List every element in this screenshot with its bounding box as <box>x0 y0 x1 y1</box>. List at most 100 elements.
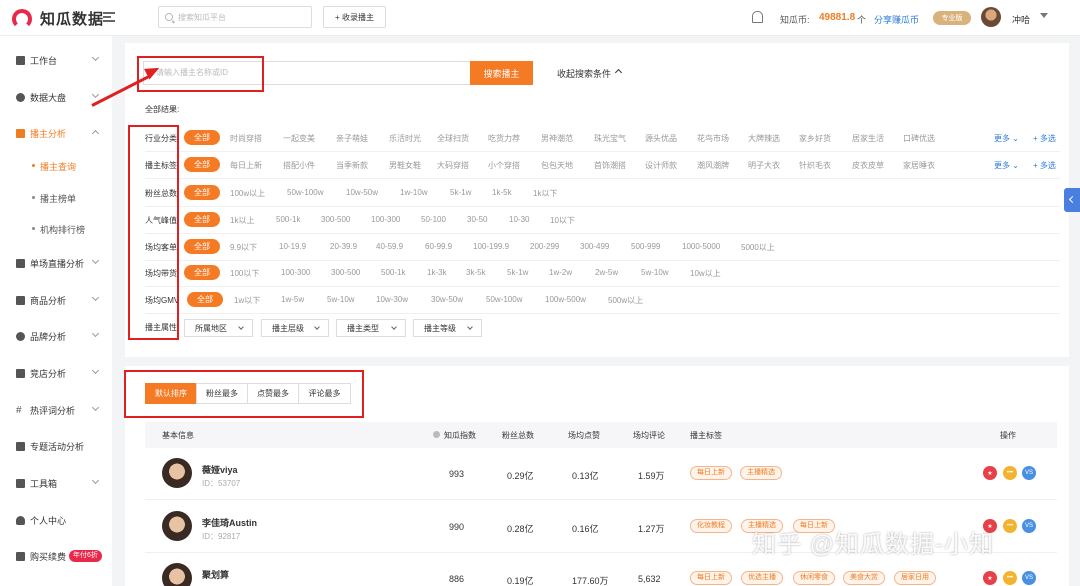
star-icon[interactable]: ★ <box>983 466 997 480</box>
filter-option[interactable]: 乐活时光 <box>389 133 421 144</box>
filter-option-all[interactable]: 全部 <box>187 292 223 307</box>
filter-option[interactable]: 1w以下 <box>234 295 260 306</box>
filter-option[interactable]: 1w-5w <box>281 295 304 304</box>
filter-option[interactable]: 大牌辣选 <box>748 133 780 144</box>
filter-option-all[interactable]: 全部 <box>184 185 220 200</box>
menu-toggle-icon[interactable] <box>103 12 115 22</box>
filter-option[interactable]: 10以下 <box>550 215 575 226</box>
filter-option[interactable]: 100-199.9 <box>473 242 509 251</box>
filter-multiselect-link[interactable]: + 多选 <box>1033 160 1056 171</box>
search-streamer-button[interactable]: 搜索播主 <box>470 61 533 85</box>
grade-dropdown[interactable]: 播主等级 <box>413 319 482 337</box>
filter-option[interactable]: 500-999 <box>631 242 660 251</box>
filter-option[interactable]: 1000-5000 <box>682 242 720 251</box>
filter-option[interactable]: 当季新款 <box>336 160 368 171</box>
filter-option[interactable]: 50w-100w <box>486 295 522 304</box>
filter-option[interactable]: 50w-100w <box>287 188 323 197</box>
filter-option[interactable]: 5k-1w <box>507 268 528 277</box>
vs-icon[interactable]: VS <box>1022 571 1036 585</box>
share-earn-link[interactable]: 分享赚瓜币 <box>874 13 919 26</box>
vs-icon[interactable]: VS <box>1022 519 1036 533</box>
filter-option[interactable]: 5w-10w <box>641 268 669 277</box>
sidebar-item-renew[interactable]: 购买续费 年付6折 <box>0 546 112 566</box>
filter-option[interactable]: 10-30 <box>509 215 529 224</box>
filter-option[interactable]: 潮风潮牌 <box>697 160 729 171</box>
filter-option[interactable]: 全球扫货 <box>437 133 469 144</box>
filter-option[interactable]: 家居睡衣 <box>903 160 935 171</box>
brand-logo[interactable]: 知瓜数据 <box>12 8 104 29</box>
filter-option[interactable]: 居家生活 <box>852 133 884 144</box>
filter-option[interactable]: 1w-2w <box>549 268 572 277</box>
filter-option[interactable]: 500w以上 <box>608 295 643 306</box>
streamer-name[interactable]: 薇娅viya <box>202 463 238 476</box>
filter-option[interactable]: 针织毛衣 <box>799 160 831 171</box>
filter-option[interactable]: 包包天地 <box>541 160 573 171</box>
filter-more-link[interactable]: 更多 ⌄ <box>994 133 1019 144</box>
streamer-name[interactable]: 李佳琦Austin <box>202 516 257 529</box>
sidebar-item-hot-words[interactable]: # 热评词分析 <box>0 400 112 420</box>
col-likes[interactable]: 场均点赞 <box>568 430 600 441</box>
sidebar-item-product-analysis[interactable]: 商品分析 <box>0 290 112 310</box>
user-avatar[interactable] <box>981 7 1001 27</box>
filter-option[interactable]: 500-1k <box>381 268 405 277</box>
filter-option[interactable]: 40-59.9 <box>376 242 403 251</box>
filter-option[interactable]: 10w以上 <box>690 268 721 279</box>
filter-option[interactable]: 1k以下 <box>533 188 557 199</box>
filter-option[interactable]: 家乡好货 <box>799 133 831 144</box>
filter-option[interactable]: 男神潮范 <box>541 133 573 144</box>
filter-option[interactable]: 首饰潮搭 <box>594 160 626 171</box>
sidebar-item-brand-analysis[interactable]: 品牌分析 <box>0 326 112 346</box>
filter-option[interactable]: 珠光宝气 <box>594 133 626 144</box>
filter-option[interactable]: 500-1k <box>276 215 300 224</box>
star-icon[interactable]: ★ <box>983 571 997 585</box>
filter-option[interactable]: 皮衣皮草 <box>852 160 884 171</box>
level-dropdown[interactable]: 播主层级 <box>261 319 329 337</box>
filter-option[interactable]: 300-500 <box>331 268 360 277</box>
filter-option[interactable]: 50-100 <box>421 215 446 224</box>
filter-option[interactable]: 一起变美 <box>283 133 315 144</box>
vs-icon[interactable]: VS <box>1022 466 1036 480</box>
filter-option-all[interactable]: 全部 <box>184 157 220 172</box>
filter-option[interactable]: 亲子萌娃 <box>336 133 368 144</box>
filter-option[interactable]: 吃货力荐 <box>488 133 520 144</box>
plan-badge[interactable]: 专业版 <box>933 11 971 25</box>
sidebar-item-live-analysis[interactable]: 单场直播分析 <box>0 253 112 273</box>
filter-option[interactable]: 花鸟市场 <box>697 133 729 144</box>
side-collapse-tab[interactable] <box>1064 188 1080 212</box>
sidebar-item-streamer-analysis[interactable]: 播主分析 <box>0 123 112 143</box>
collect-streamer-button[interactable]: + 收录播主 <box>323 6 386 28</box>
filter-option[interactable]: 大码穿搭 <box>437 160 469 171</box>
global-search-input[interactable]: 搜索知瓜平台 <box>158 6 312 28</box>
chevron-down-icon[interactable] <box>1040 13 1048 18</box>
streamer-avatar[interactable] <box>162 511 192 541</box>
filter-option[interactable]: 30w-50w <box>431 295 463 304</box>
streamer-name[interactable]: 聚划算 <box>202 568 229 581</box>
sidebar-item-profile[interactable]: 个人中心 <box>0 510 112 530</box>
user-name[interactable]: 冲哈 <box>1012 13 1030 26</box>
filter-option[interactable]: 100-300 <box>371 215 400 224</box>
sidebar-item-toolbox[interactable]: 工具箱 <box>0 473 112 493</box>
filter-option[interactable]: 30-50 <box>467 215 487 224</box>
filter-option-all[interactable]: 全部 <box>184 239 220 254</box>
col-index[interactable]: 知瓜指数 <box>444 430 476 441</box>
more-icon[interactable]: ••• <box>1003 571 1017 585</box>
filter-option[interactable]: 明子大衣 <box>748 160 780 171</box>
filter-option[interactable]: 100以下 <box>230 268 259 279</box>
sidebar-subitem-agency-ranking[interactable]: 机构排行榜 <box>0 220 112 238</box>
sidebar-item-store-analysis[interactable]: 竞店分析 <box>0 363 112 383</box>
filter-option[interactable]: 5w-10w <box>327 295 355 304</box>
info-icon[interactable] <box>433 431 440 438</box>
type-dropdown[interactable]: 播主类型 <box>336 319 406 337</box>
filter-option[interactable]: 设计师款 <box>645 160 677 171</box>
table-row[interactable] <box>145 448 1057 500</box>
col-comments[interactable]: 场均评论 <box>633 430 665 441</box>
bell-icon[interactable] <box>752 11 763 23</box>
streamer-avatar[interactable] <box>162 563 192 586</box>
filter-option[interactable]: 10w-30w <box>376 295 408 304</box>
filter-option[interactable]: 10-19.9 <box>279 242 306 251</box>
filter-option[interactable]: 每日上新 <box>230 160 262 171</box>
streamer-avatar[interactable] <box>162 458 192 488</box>
sidebar-item-workbench[interactable]: 工作台 <box>0 50 112 70</box>
filter-option[interactable]: 300-500 <box>321 215 350 224</box>
filter-option[interactable]: 小个穿搭 <box>488 160 520 171</box>
